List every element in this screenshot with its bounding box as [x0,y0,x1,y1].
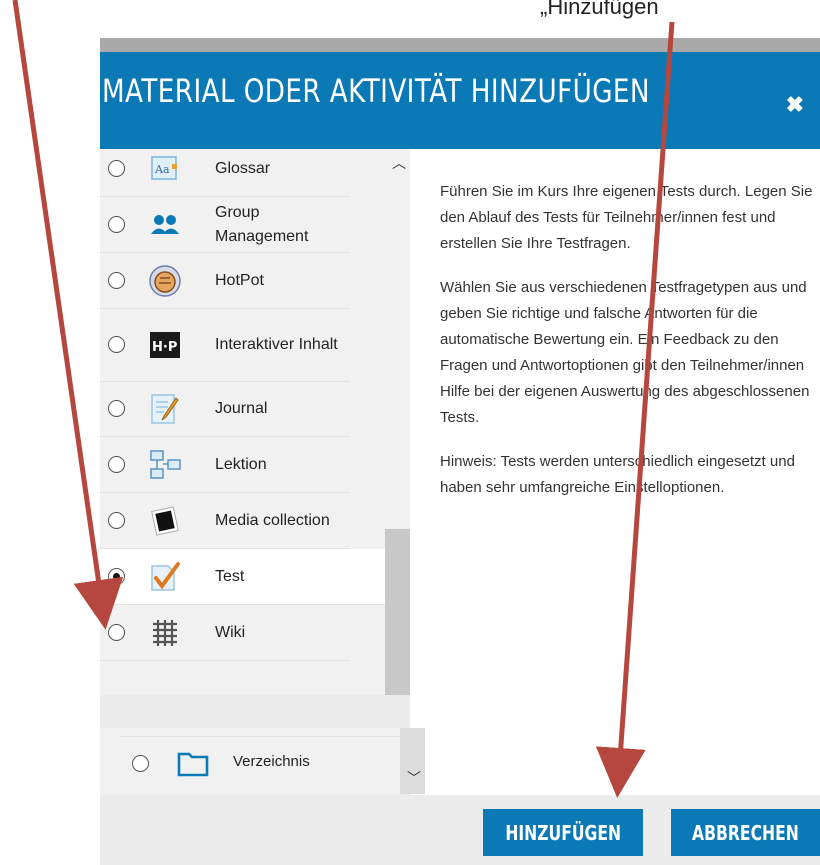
add-button[interactable]: HINZUFÜGEN [483,809,643,856]
item-label: HotPot [215,271,264,289]
dialog-header: MATERIAL ODER AKTIVITÄT HINZUFÜGEN ✖ [100,52,820,149]
lesson-icon [148,448,182,482]
scroll-down-icon[interactable]: ﹀ [407,768,421,788]
radio-glossar[interactable] [108,159,125,177]
item-label: Media collection [215,511,330,529]
folder-icon [177,749,209,777]
dialog-footer: HINZUFÜGEN ABBRECHEN [100,795,820,865]
item-label: Test [215,567,245,585]
description-text: Führen Sie im Kurs Ihre eigenen Tests du… [440,179,820,519]
item-label: Lektion [215,455,267,473]
dialog-title: MATERIAL ODER AKTIVITÄT HINZUFÜGEN [102,72,650,110]
description-paragraph-2: Wählen Sie aus verschiedenen Testfragety… [440,279,810,426]
resource-scrollbar[interactable]: ﹀ [400,728,425,794]
radio-group-management[interactable] [108,215,125,233]
top-caption-text: „Hinzufügen [540,0,659,19]
list-item-test[interactable]: Test [100,549,385,605]
media-collection-icon [148,504,182,538]
radio-wiki[interactable] [108,623,125,641]
list-item-media-collection[interactable]: Media collection [100,493,350,549]
cancel-button[interactable]: ABBRECHEN [671,809,820,856]
resource-list: Verzeichnis [100,728,400,794]
radio-media-collection[interactable] [108,511,125,529]
scrollbar-thumb[interactable] [385,529,410,695]
journal-icon [148,392,182,426]
item-label: Interaktiver Inhalt [215,336,338,353]
item-label: Wiki [215,623,246,641]
svg-text:H·P: H·P [152,340,177,355]
svg-text:Aa: Aa [154,163,170,176]
radio-interaktiver-inhalt[interactable] [108,336,125,353]
list-item-verzeichnis[interactable]: Verzeichnis [120,736,400,793]
item-label: Verzeichnis [233,753,310,770]
description-paragraph-3: Hinweis: Tests werden unterschiedlich ei… [440,453,795,496]
glossary-icon: Aa [148,152,182,186]
description-paragraph-1: Führen Sie im Kurs Ihre eigenen Tests du… [440,183,813,252]
scroll-up-icon[interactable]: ︿ [392,153,406,173]
h5p-icon: H·P [148,328,182,362]
arrow-to-test-option [12,0,124,630]
list-scrollbar[interactable]: ︿ [385,149,410,695]
list-item-hotpot[interactable]: HotPot [100,253,350,309]
list-item-interaktiver-inhalt[interactable]: H·P Interaktiver Inhalt [100,309,350,382]
list-item-wiki[interactable]: Wiki [100,605,350,661]
dialog-top-bar [100,38,820,52]
radio-journal[interactable] [108,399,125,417]
item-label: Journal [215,399,268,417]
activity-list: Aa Glossar Group Management HotPot H·P I… [100,149,385,695]
list-item-group-management[interactable]: Group Management [100,197,350,253]
wiki-icon [148,616,182,650]
item-label: Group Management [215,203,309,245]
group-icon [148,208,182,242]
radio-hotpot[interactable] [108,271,125,289]
list-item-journal[interactable]: Journal [100,381,350,437]
item-label: Glossar [215,159,271,177]
hotpot-icon [148,264,182,298]
test-icon [148,560,182,594]
list-item-lektion[interactable]: Lektion [100,437,350,493]
list-item-glossar[interactable]: Aa Glossar [100,149,350,197]
close-icon[interactable]: ✖ [786,92,804,118]
radio-lektion[interactable] [108,455,125,473]
radio-verzeichnis[interactable] [132,755,149,772]
radio-test[interactable] [108,567,125,585]
description-panel: Führen Sie im Kurs Ihre eigenen Tests du… [410,149,820,795]
